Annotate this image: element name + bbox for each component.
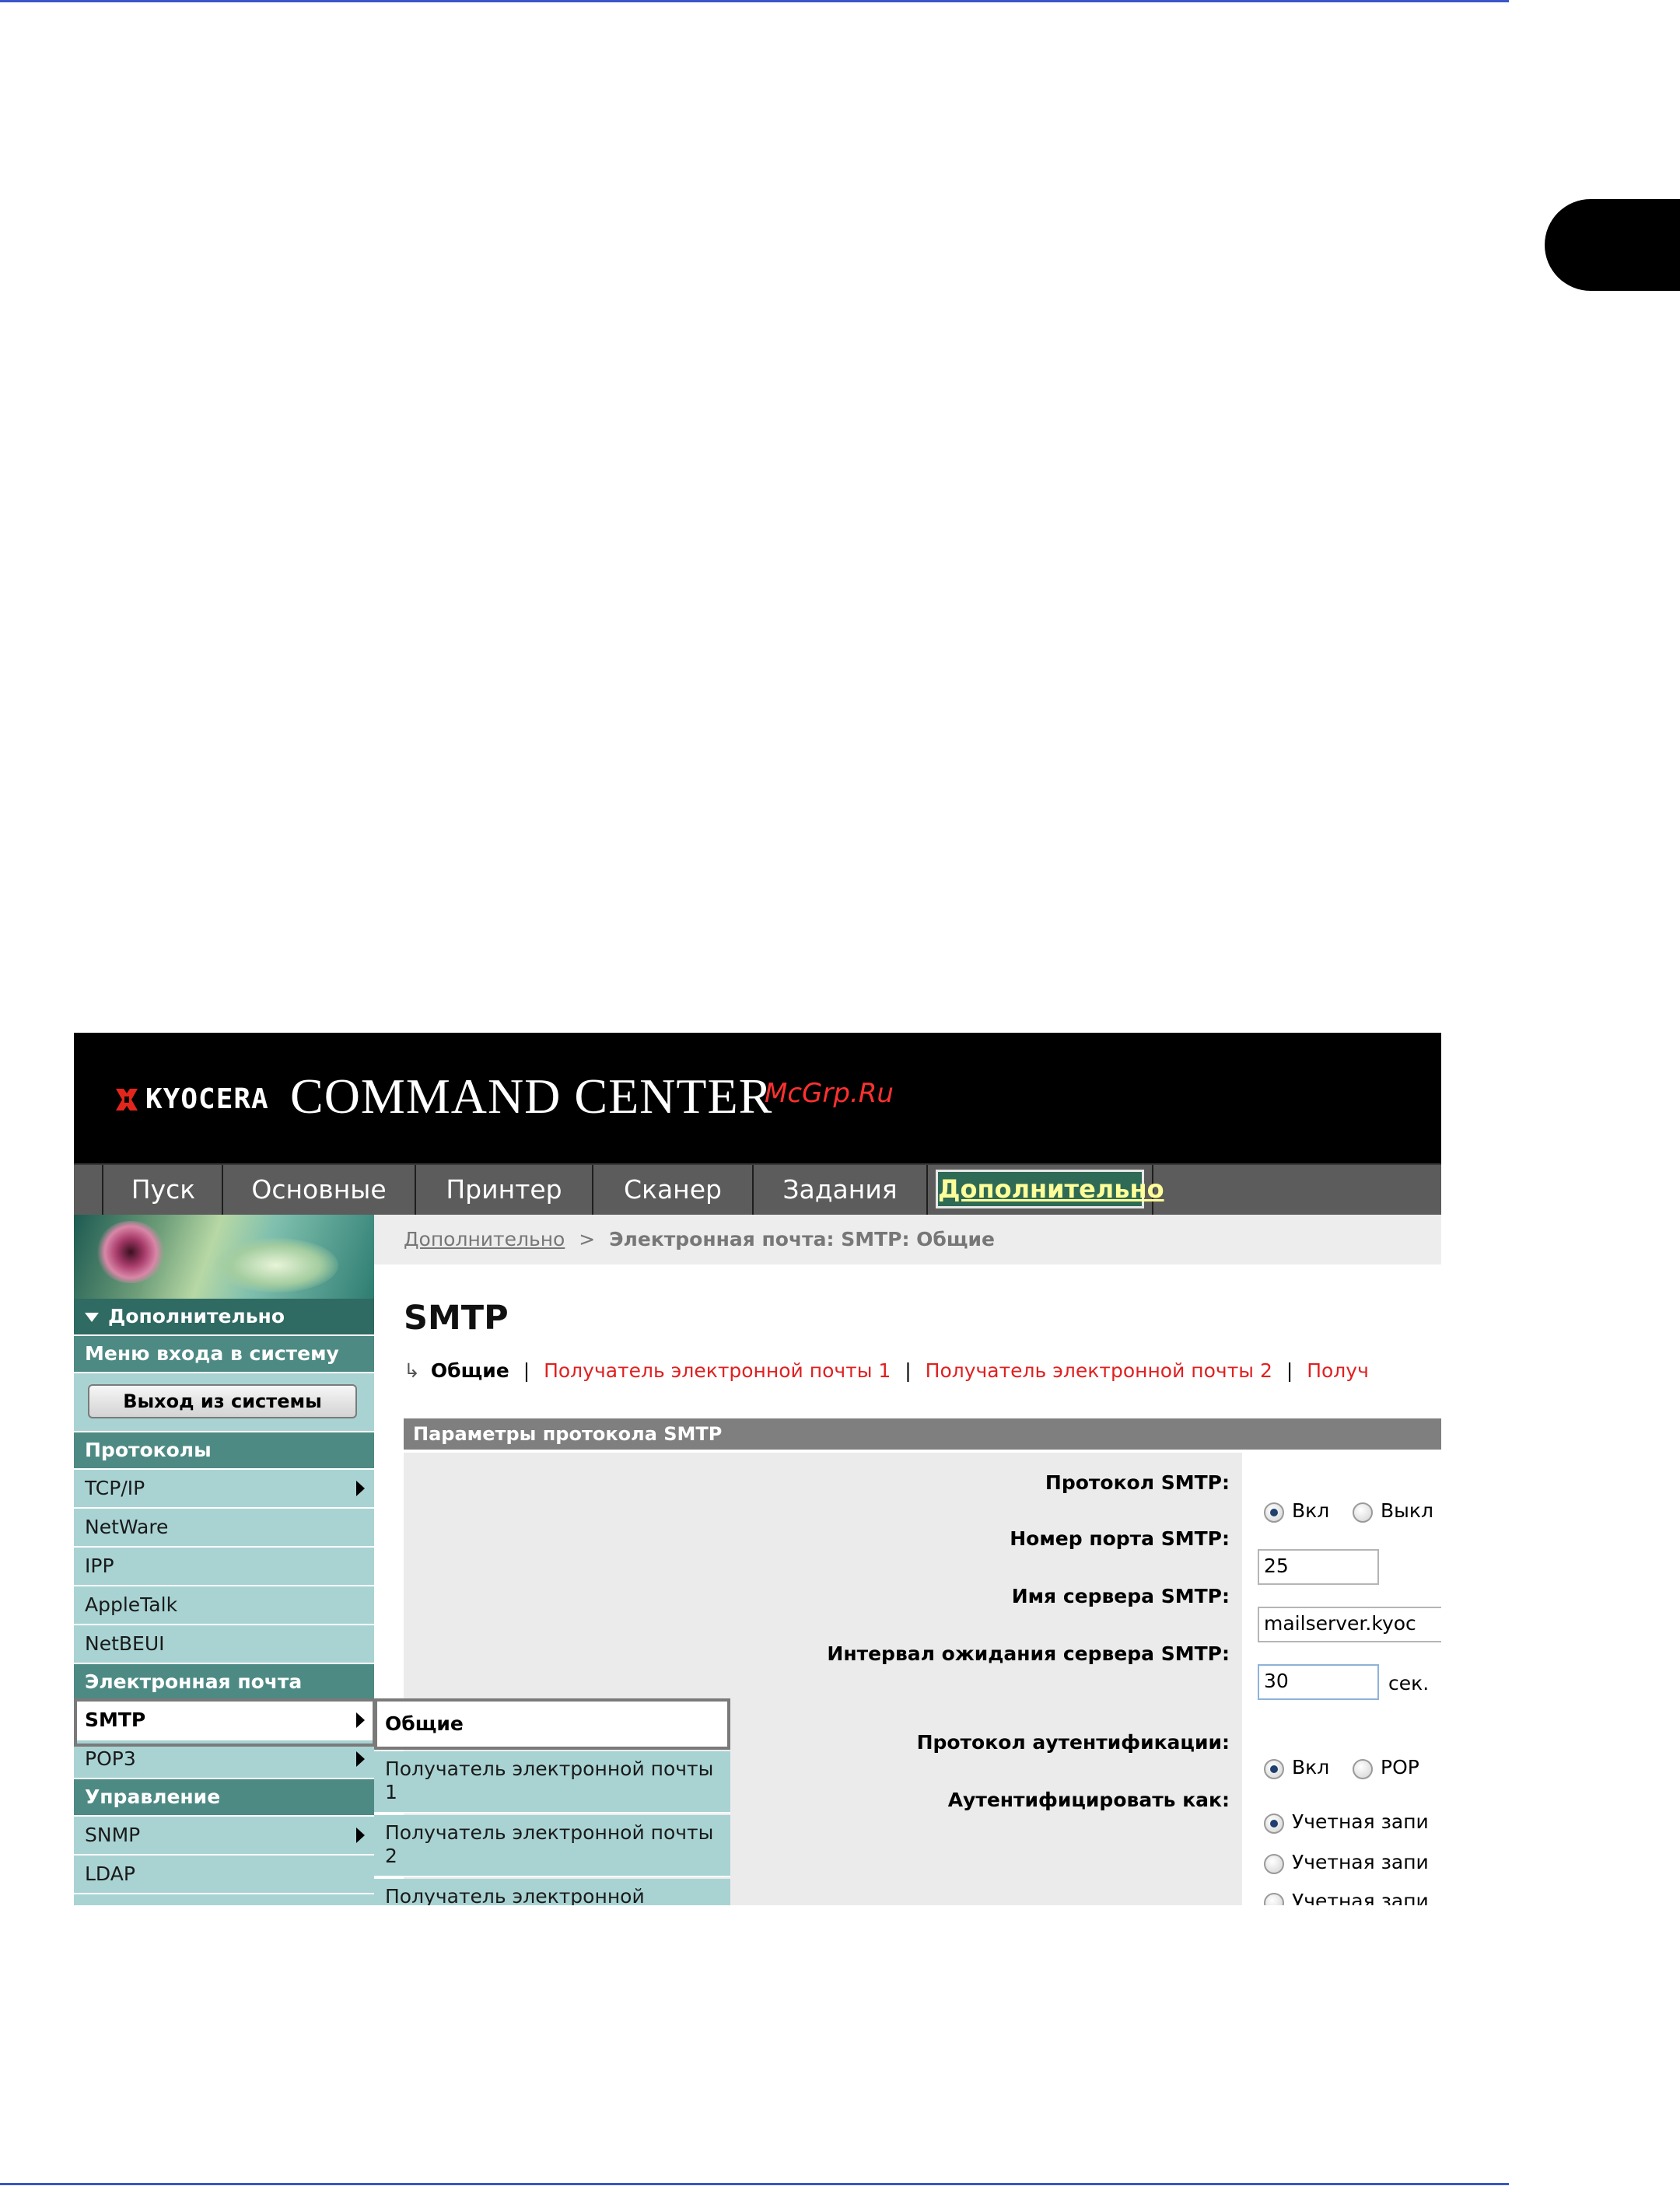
section-header: Параметры протокола SMTP bbox=[404, 1418, 1441, 1450]
tab-scanner[interactable]: Сканер bbox=[593, 1165, 754, 1215]
watermark: McGrp.Ru bbox=[765, 1078, 894, 1109]
tab-jobs[interactable]: Задания bbox=[754, 1165, 928, 1215]
smtp-timeout-label: Интервал ожидания сервера SMTP: bbox=[827, 1642, 1230, 1665]
sidebar-header-email: Электронная почта bbox=[74, 1664, 374, 1702]
logout-button[interactable]: Выход из системы bbox=[88, 1384, 357, 1418]
auth-as-option-3-radio[interactable] bbox=[1264, 1893, 1284, 1905]
smtp-protocol-on-label: Вкл bbox=[1292, 1499, 1330, 1522]
subnav-current: Общие bbox=[430, 1359, 509, 1382]
subnav-link-recipient-2[interactable]: Получатель электронной почты 2 bbox=[926, 1359, 1272, 1382]
breadcrumb: Дополнительно > Электронная почта: SMTP:… bbox=[374, 1215, 1441, 1264]
tab-printer[interactable]: Принтер bbox=[416, 1165, 593, 1215]
sidebar-item-netbeui[interactable]: NetBEUI bbox=[74, 1625, 374, 1664]
smtp-port-input[interactable]: 25 bbox=[1258, 1549, 1379, 1585]
sidebar-section-label: Дополнительно bbox=[108, 1305, 285, 1327]
arrow-right-icon bbox=[356, 1481, 365, 1496]
subnav-link-recipient-1[interactable]: Получатель электронной почты 1 bbox=[544, 1359, 891, 1382]
auth-protocol-label: Протокол аутентификации: bbox=[916, 1731, 1230, 1754]
auth-protocol-on-label: Вкл bbox=[1292, 1756, 1330, 1779]
kyocera-logo: KYOCERA bbox=[113, 1084, 276, 1115]
main-nav: Пуск Основные Принтер Сканер Задания Доп… bbox=[74, 1163, 1441, 1215]
smtp-protocol-off-radio[interactable] bbox=[1353, 1502, 1373, 1523]
page-bottom-rule bbox=[0, 2183, 1509, 2185]
auth-protocol-on-radio[interactable] bbox=[1264, 1759, 1284, 1779]
sidebar-header-management: Управление bbox=[74, 1779, 374, 1817]
flower-graphic bbox=[96, 1221, 166, 1283]
sidebar-item-appletalk[interactable]: AppleTalk bbox=[74, 1586, 374, 1625]
sidebar-item-ldap[interactable]: LDAP bbox=[74, 1855, 374, 1894]
smtp-timeout-unit: сек. bbox=[1388, 1672, 1430, 1695]
smtp-protocol-on-radio[interactable] bbox=[1264, 1502, 1284, 1523]
breadcrumb-current: Электронная почта: SMTP: Общие bbox=[609, 1228, 995, 1250]
sidebar-item-label: TCP/IP bbox=[85, 1477, 145, 1499]
breadcrumb-separator: > bbox=[579, 1228, 596, 1250]
smtp-server-input[interactable]: mailserver.kyoc bbox=[1258, 1607, 1441, 1642]
subnav-separator: | bbox=[523, 1359, 530, 1382]
sidebar-header-login-menu: Меню входа в систему bbox=[74, 1336, 374, 1373]
auth-as-option-1-radio[interactable] bbox=[1264, 1814, 1284, 1834]
auth-as-option-2-radio[interactable] bbox=[1264, 1854, 1284, 1874]
app-header: KYOCERA COMMAND CENTER McGrp.Ru bbox=[74, 1033, 1441, 1163]
chapter-tab bbox=[1545, 199, 1680, 291]
command-center-screenshot: KYOCERA COMMAND CENTER McGrp.Ru Пуск Осн… bbox=[74, 1033, 1441, 1905]
auth-as-label: Аутентифицировать как: bbox=[947, 1789, 1230, 1811]
auth-protocol-pop-label: POP bbox=[1381, 1756, 1419, 1779]
sidebar-item-label: POP3 bbox=[85, 1747, 136, 1770]
breadcrumb-link[interactable]: Дополнительно bbox=[404, 1228, 565, 1250]
sidebar-item-snmp[interactable]: SNMP bbox=[74, 1817, 374, 1855]
sidebar-header-protocols: Протоколы bbox=[74, 1432, 374, 1470]
page-title: SMTP bbox=[404, 1299, 509, 1338]
sidebar-item-label: SNMP bbox=[85, 1824, 141, 1846]
auth-as-option-2-label: Учетная запи bbox=[1292, 1851, 1429, 1873]
subnav-separator: | bbox=[905, 1359, 912, 1382]
sub-navigation: ↳ Общие | Получатель электронной почты 1… bbox=[404, 1359, 1369, 1383]
smtp-timeout-input[interactable]: 30 bbox=[1258, 1664, 1379, 1700]
auth-as-option-1-label: Учетная запи bbox=[1292, 1810, 1429, 1833]
sidebar-item-tcpip[interactable]: TCP/IP bbox=[74, 1470, 374, 1509]
smtp-highlight-frame bbox=[74, 1698, 376, 1747]
tab-advanced-label: Дополнительно bbox=[936, 1170, 1164, 1208]
flyout-item-recipient-1[interactable]: Получатель электронной почты 1 bbox=[374, 1751, 730, 1814]
smtp-protocol-off-label: Выкл bbox=[1381, 1499, 1433, 1522]
subnav-separator: | bbox=[1286, 1359, 1293, 1382]
smtp-protocol-label: Протокол SMTP: bbox=[1045, 1471, 1230, 1494]
auth-protocol-pop-radio[interactable] bbox=[1353, 1759, 1373, 1779]
leaf-graphic bbox=[214, 1238, 338, 1292]
sidebar-banner-image bbox=[74, 1215, 374, 1299]
tab-advanced[interactable]: Дополнительно bbox=[928, 1165, 1164, 1215]
logo-text: KYOCERA bbox=[145, 1083, 269, 1115]
subnav-link-recipient-3[interactable]: Получ bbox=[1307, 1359, 1369, 1382]
smtp-flyout-menu: Общие Получатель электронной почты 1 Пол… bbox=[374, 1698, 730, 1905]
arrow-right-icon bbox=[356, 1827, 365, 1843]
flyout-item-recipient-2[interactable]: Получатель электронной почты 2 bbox=[374, 1815, 730, 1877]
flyout-item-recipient-3[interactable]: Получатель электронной bbox=[374, 1879, 730, 1905]
smtp-port-label: Номер порта SMTP: bbox=[1010, 1527, 1230, 1550]
smtp-server-label: Имя сервера SMTP: bbox=[1011, 1585, 1230, 1607]
flyout-item-general[interactable]: Общие bbox=[374, 1698, 730, 1750]
sidebar-item-netware[interactable]: NetWare bbox=[74, 1509, 374, 1548]
sidebar: Дополнительно Меню входа в систему Выход… bbox=[74, 1215, 376, 1905]
sidebar-section-advanced[interactable]: Дополнительно bbox=[74, 1299, 374, 1336]
kyocera-logo-icon bbox=[116, 1089, 138, 1110]
tab-start[interactable]: Пуск bbox=[105, 1165, 223, 1215]
arrow-right-icon bbox=[356, 1751, 365, 1767]
sidebar-item-ipp[interactable]: IPP bbox=[74, 1548, 374, 1586]
app-title: COMMAND CENTER bbox=[290, 1069, 773, 1124]
auth-as-option-3-label: Учетная запи bbox=[1292, 1890, 1429, 1905]
sidebar-logout-row: Выход из системы bbox=[74, 1373, 374, 1432]
triangle-down-icon bbox=[85, 1313, 99, 1322]
page-top-rule bbox=[0, 0, 1509, 2]
nav-spacer bbox=[74, 1165, 103, 1215]
return-arrow-icon: ↳ bbox=[404, 1359, 420, 1382]
tab-basic[interactable]: Основные bbox=[223, 1165, 416, 1215]
